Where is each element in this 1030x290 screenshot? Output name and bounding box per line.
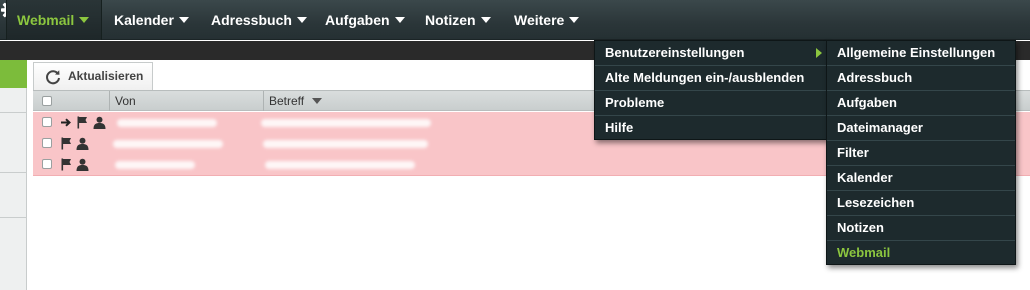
divider <box>0 217 27 218</box>
submenu-item-notizen[interactable]: Notizen <box>827 216 1015 241</box>
chevron-down-icon <box>480 17 491 23</box>
column-header-subject[interactable]: Betreff <box>269 91 323 111</box>
column-header-from[interactable]: Von <box>115 91 136 111</box>
submenu-item-webmail[interactable]: Webmail <box>827 241 1015 266</box>
submenu-item-kalender[interactable]: Kalender <box>827 166 1015 191</box>
column-separator <box>109 91 110 111</box>
flag-icon[interactable] <box>76 116 89 129</box>
menu-item-label: Notizen <box>837 220 884 235</box>
select-all-checkbox[interactable] <box>42 96 52 106</box>
menu-item-probleme[interactable]: Probleme <box>595 91 826 116</box>
nav-item-aufgaben[interactable]: Aufgaben <box>325 0 405 40</box>
menu-item-label: Hilfe <box>605 120 634 135</box>
chevron-down-icon <box>178 17 189 23</box>
chevron-down-icon <box>569 17 580 23</box>
sidebar <box>0 60 27 290</box>
menu-item-hilfe[interactable]: Hilfe <box>595 116 826 141</box>
submenu-item-lesezeichen[interactable]: Lesezeichen <box>827 191 1015 216</box>
menu-item-label: Probleme <box>605 95 665 110</box>
refresh-label: Aktualisieren <box>68 69 144 83</box>
menu-item-label: Kalender <box>837 170 893 185</box>
nav-item-label: Webmail <box>17 12 75 28</box>
menu-item-label: Benutzereinstellungen <box>605 45 745 60</box>
divider <box>0 112 27 113</box>
nav-item-webmail[interactable]: Webmail <box>6 0 102 40</box>
sort-descending-icon <box>312 98 323 104</box>
nav-item-label: Weitere <box>514 12 565 28</box>
flag-icon[interactable] <box>60 137 73 150</box>
chevron-down-icon <box>296 17 307 23</box>
menu-item-benutzereinstellungen[interactable]: Benutzereinstellungen <box>595 41 826 66</box>
sender-redacted <box>117 119 217 127</box>
nav-item-label: Notizen <box>425 12 476 28</box>
menu-item-alte-meldungen[interactable]: Alte Meldungen ein-/ausblenden <box>595 66 826 91</box>
nav-item-adressbuch[interactable]: Adressbuch <box>211 0 307 40</box>
chevron-right-icon <box>816 48 822 58</box>
divider <box>0 172 27 173</box>
menu-item-label: Webmail <box>837 245 891 260</box>
subject-redacted <box>263 140 428 148</box>
nav-item-label: Kalender <box>114 12 174 28</box>
nav-item-weitere[interactable]: Weitere <box>514 0 580 40</box>
submenu-item-allgemeine-einstellungen[interactable]: Allgemeine Einstellungen <box>827 41 1015 66</box>
user-settings-submenu: Allgemeine Einstellungen Adressbuch Aufg… <box>826 40 1016 265</box>
submenu-item-adressbuch[interactable]: Adressbuch <box>827 66 1015 91</box>
sender-redacted <box>115 161 195 169</box>
contact-icon <box>93 116 106 129</box>
menu-item-label: Adressbuch <box>837 70 913 85</box>
column-separator <box>263 91 264 111</box>
refresh-icon <box>46 70 60 85</box>
row-checkbox[interactable] <box>42 138 52 148</box>
nav-item-label: Adressbuch <box>211 12 292 28</box>
menu-item-label: Filter <box>837 145 869 160</box>
nav-item-notizen[interactable]: Notizen <box>425 0 491 40</box>
chevron-down-icon <box>394 17 405 23</box>
subject-redacted <box>265 161 415 169</box>
sidebar-active-item[interactable] <box>0 60 27 88</box>
forwarded-icon <box>61 118 71 127</box>
submenu-item-filter[interactable]: Filter <box>827 141 1015 166</box>
submenu-item-aufgaben[interactable]: Aufgaben <box>827 91 1015 116</box>
nav-item-label: Aufgaben <box>325 12 390 28</box>
contact-icon <box>76 137 89 150</box>
top-navigation-bar: Webmail Kalender Adressbuch Aufgaben Not… <box>0 0 1030 40</box>
menu-item-label: Allgemeine Einstellungen <box>837 45 996 60</box>
menu-item-label: Dateimanager <box>837 120 923 135</box>
chevron-down-icon <box>79 17 90 23</box>
menu-item-label: Aufgaben <box>837 95 897 110</box>
flag-icon[interactable] <box>60 158 73 171</box>
row-checkbox[interactable] <box>42 159 52 169</box>
menu-item-label: Alte Meldungen ein-/ausblenden <box>605 70 805 85</box>
column-header-subject-label: Betreff <box>269 94 305 108</box>
contact-icon <box>76 158 89 171</box>
submenu-item-dateimanager[interactable]: Dateimanager <box>827 116 1015 141</box>
menu-item-label: Lesezeichen <box>837 195 915 210</box>
sender-redacted <box>113 140 223 148</box>
nav-item-kalender[interactable]: Kalender <box>114 0 189 40</box>
subject-redacted <box>261 119 431 127</box>
refresh-button[interactable]: Aktualisieren <box>33 62 153 90</box>
row-checkbox[interactable] <box>42 117 52 127</box>
settings-menu: Benutzereinstellungen Alte Meldungen ein… <box>594 40 827 140</box>
